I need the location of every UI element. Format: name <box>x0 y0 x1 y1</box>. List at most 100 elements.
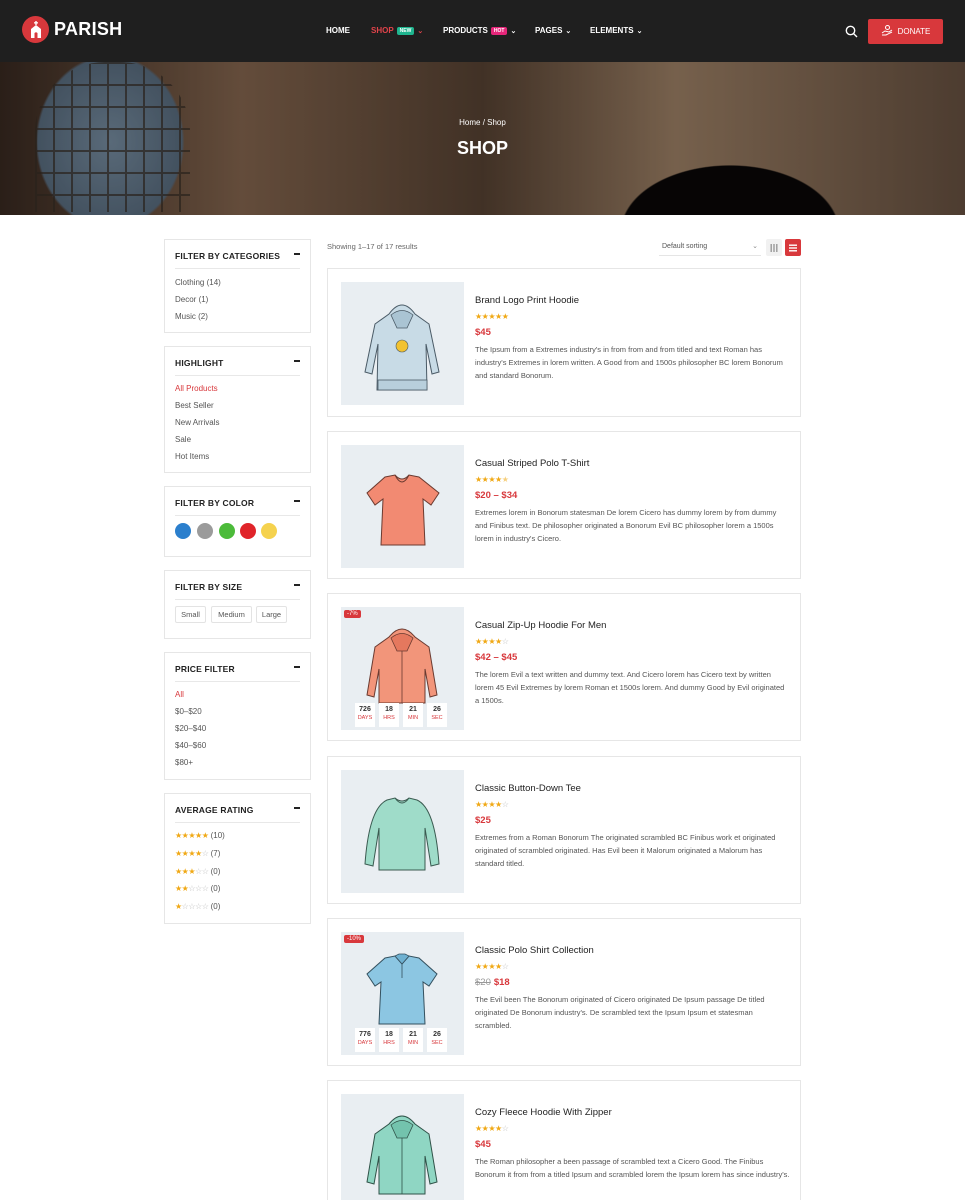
collapse-icon[interactable] <box>294 500 300 502</box>
product-card[interactable]: Classic Button-Down Tee ★★★★☆ $25 Extrem… <box>327 756 801 904</box>
widget-title: AVERAGE RATING <box>175 805 254 815</box>
color-swatch-green[interactable] <box>219 523 235 539</box>
filled-stars: ★★★★ <box>475 637 502 646</box>
rating-filter-4[interactable]: ★★★★☆ (7) <box>175 849 220 858</box>
product-image-zip-hoodie[interactable]: -7% 726 DAYS 18 HRS 21 MIN 26 SEC <box>341 607 464 730</box>
rating-filter-1[interactable]: ★☆☆☆☆ (0) <box>175 902 220 911</box>
list-view-button[interactable] <box>785 239 801 256</box>
chevron-down-icon: ⌄ <box>565 27 572 35</box>
product-title[interactable]: Classic Button-Down Tee <box>475 783 581 794</box>
size-option-large[interactable]: Large <box>256 606 287 623</box>
countdown-minutes: 21 MIN <box>403 703 423 727</box>
nav-shop-label: SHOP <box>371 26 394 35</box>
divider <box>175 515 300 516</box>
widget-title: FILTER BY CATEGORIES <box>175 251 281 261</box>
search-icon[interactable] <box>845 25 858 40</box>
nav-pages-label: PAGES <box>535 26 563 35</box>
color-swatch-blue[interactable] <box>175 523 191 539</box>
collapse-icon[interactable] <box>294 807 300 809</box>
color-swatch-red[interactable] <box>240 523 256 539</box>
highlight-item[interactable]: Hot Items <box>175 452 209 461</box>
size-option-small[interactable]: Small <box>175 606 206 623</box>
average-rating-widget: AVERAGE RATING ★★★★★ (10) ★★★★☆ (7) ★★★☆… <box>164 793 311 924</box>
color-swatch-gray[interactable] <box>197 523 213 539</box>
highlight-item[interactable]: Sale <box>175 435 191 444</box>
highlight-widget: HIGHLIGHT All Products Best Seller New A… <box>164 346 311 473</box>
collapse-icon[interactable] <box>294 360 300 362</box>
product-title[interactable]: Classic Polo Shirt Collection <box>475 945 594 956</box>
product-image-fleece-hoodie[interactable] <box>341 1094 464 1200</box>
widget-title: HIGHLIGHT <box>175 358 224 368</box>
countdown-unit: MIN <box>407 1040 419 1046</box>
product-price: $20 – $34 <box>475 490 518 501</box>
donate-button[interactable]: DONATE <box>868 19 943 44</box>
product-description: The Ipsum from a Extremes industry's in … <box>475 345 783 380</box>
grid-view-button[interactable] <box>766 239 782 256</box>
product-image-tshirt[interactable] <box>341 445 464 568</box>
countdown-days: 726 DAYS <box>355 703 375 727</box>
collapse-icon[interactable] <box>294 253 300 255</box>
new-badge: NEW <box>396 26 415 35</box>
nav-pages[interactable]: PAGES ⌄ <box>535 26 571 35</box>
product-card[interactable]: Brand Logo Print Hoodie ★★★★★ $45 The Ip… <box>327 268 801 417</box>
rating-filter-3[interactable]: ★★★☆☆ (0) <box>175 867 220 876</box>
collapse-icon[interactable] <box>294 584 300 586</box>
sort-select[interactable]: Default sorting ⌄ <box>659 239 761 256</box>
product-card[interactable]: -7% 726 DAYS 18 HRS 21 MIN 26 SEC Casual Zip… <box>327 593 801 741</box>
highlight-item-all[interactable]: All Products <box>175 384 218 393</box>
category-item[interactable]: Decor (1) <box>175 295 208 304</box>
price-option[interactable]: $0–$20 <box>175 707 202 716</box>
product-title[interactable]: Casual Zip-Up Hoodie For Men <box>475 620 606 631</box>
empty-stars: ☆ <box>501 637 509 646</box>
sale-badge: -7% <box>344 610 361 618</box>
product-image-polo[interactable]: -10% 776 DAYS 18 HRS 21 MIN 26 SEC <box>341 932 464 1055</box>
countdown-unit: HRS <box>383 715 395 721</box>
highlight-item[interactable]: Best Seller <box>175 401 214 410</box>
countdown-unit: MIN <box>407 715 419 721</box>
countdown-hours: 18 HRS <box>379 703 399 727</box>
list-icon <box>789 244 797 251</box>
product-image-hoodie[interactable] <box>341 282 464 405</box>
rating-filter-2[interactable]: ★★☆☆☆ (0) <box>175 884 220 893</box>
product-card[interactable]: Casual Striped Polo T-Shirt ★★★★★ $20 – … <box>327 431 801 579</box>
countdown-value: 21 <box>409 706 417 713</box>
rating-filter-5[interactable]: ★★★★★ (10) <box>175 831 225 840</box>
nav-home-label: HOME <box>326 26 350 35</box>
price-option[interactable]: $80+ <box>175 758 193 767</box>
highlight-item[interactable]: New Arrivals <box>175 418 219 427</box>
product-image-longsleeve[interactable] <box>341 770 464 893</box>
empty-stars: ☆ <box>501 962 509 971</box>
collapse-icon[interactable] <box>294 666 300 668</box>
product-title[interactable]: Brand Logo Print Hoodie <box>475 295 579 306</box>
divider <box>175 268 300 269</box>
star-rating: ★★★★★ <box>475 312 509 321</box>
category-item[interactable]: Music (2) <box>175 312 208 321</box>
color-swatch-yellow[interactable] <box>261 523 277 539</box>
chevron-down-icon: ⌄ <box>636 27 643 35</box>
rating-count: (10) <box>210 831 225 840</box>
nav-products[interactable]: PRODUCTS HOT ⌄ <box>443 26 516 35</box>
star-rating: ★★★ <box>175 867 196 876</box>
divider <box>175 375 300 376</box>
countdown-days: 776 DAYS <box>355 1028 375 1052</box>
size-option-medium[interactable]: Medium <box>211 606 252 623</box>
countdown-value: 26 <box>433 1031 441 1038</box>
product-card[interactable]: Cozy Fleece Hoodie With Zipper ★★★★☆ $45… <box>327 1080 801 1200</box>
countdown-seconds: 26 SEC <box>427 1028 447 1052</box>
product-card[interactable]: -10% 776 DAYS 18 HRS 21 MIN 26 SEC Classic P… <box>327 918 801 1066</box>
nav-shop[interactable]: SHOP NEW ⌄ <box>371 26 423 35</box>
nav-elements[interactable]: ELEMENTS ⌄ <box>590 26 642 35</box>
price-option[interactable]: $40–$60 <box>175 741 206 750</box>
filled-stars: ★★★★ <box>475 1124 502 1133</box>
price-filter-widget: PRICE FILTER All $0–$20 $20–$40 $40–$60 … <box>164 652 311 780</box>
product-title[interactable]: Cozy Fleece Hoodie With Zipper <box>475 1107 612 1118</box>
star-rating: ★★★★☆ <box>475 800 509 809</box>
nav-home[interactable]: HOME <box>326 26 350 35</box>
product-description: Extremes from a Roman Bonorum The origin… <box>475 833 776 868</box>
brand-logo[interactable]: PARISH <box>22 16 122 43</box>
product-title[interactable]: Casual Striped Polo T-Shirt <box>475 458 589 469</box>
category-item[interactable]: Clothing (14) <box>175 278 221 287</box>
price-option[interactable]: $20–$40 <box>175 724 206 733</box>
breadcrumb[interactable]: Home / Shop <box>0 118 965 127</box>
price-option-all[interactable]: All <box>175 690 184 699</box>
